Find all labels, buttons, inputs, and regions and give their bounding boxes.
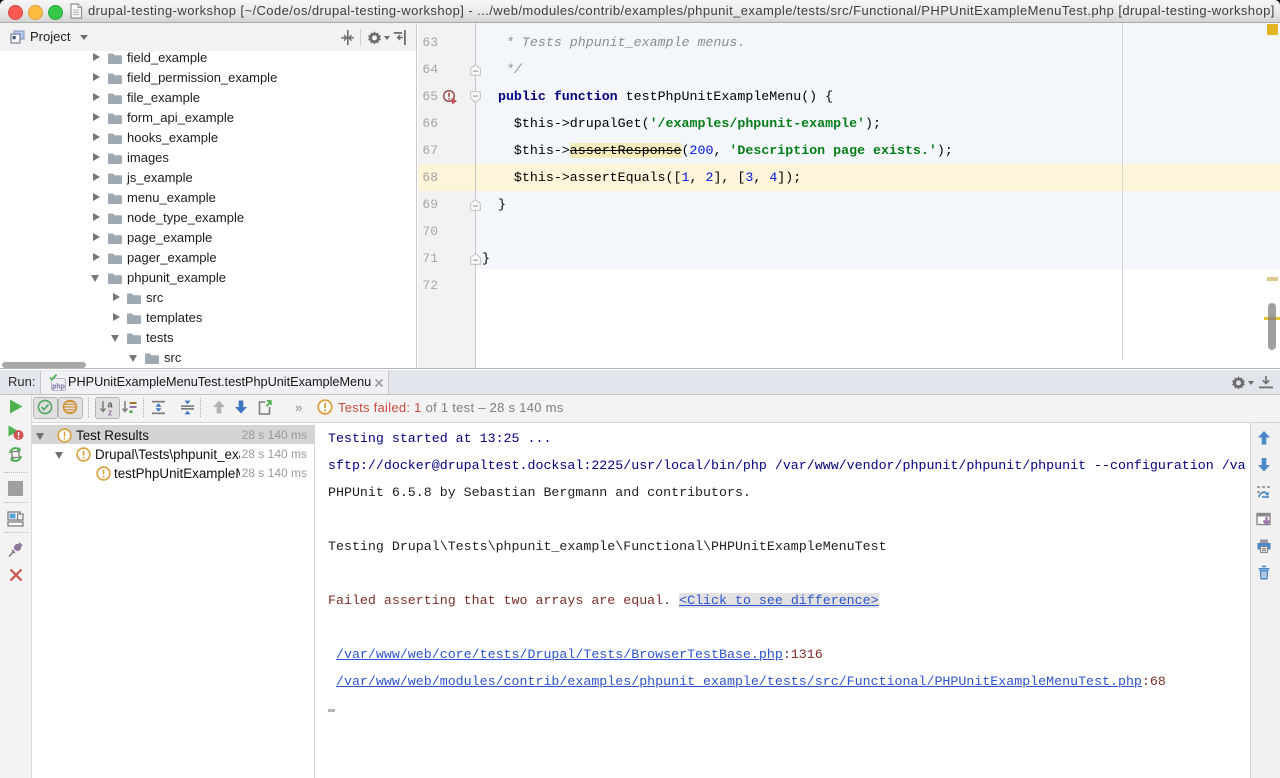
svg-text:z: z — [108, 408, 113, 417]
svg-text:php: php — [52, 384, 65, 391]
